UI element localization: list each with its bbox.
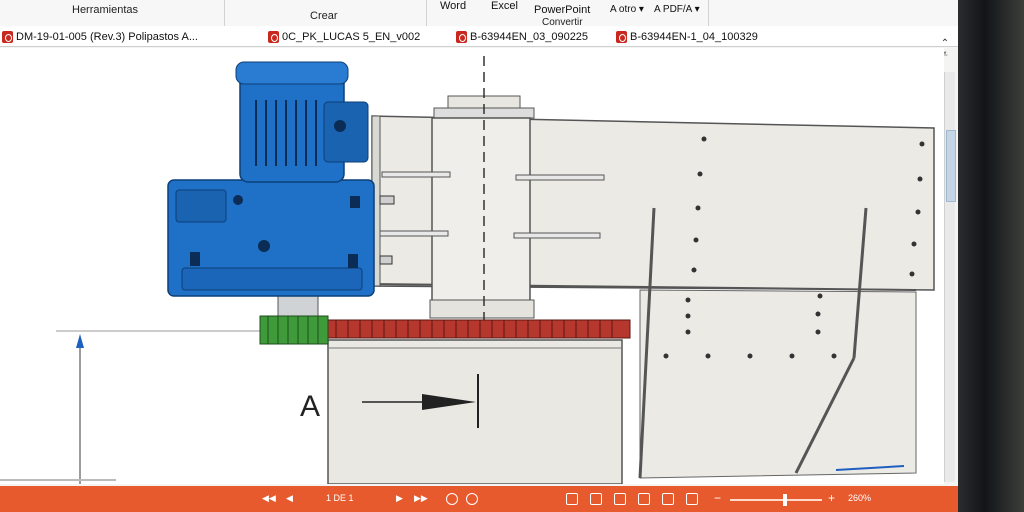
tab-label: B-63944EN-1_04_100329 [630,31,758,43]
fit-page-icon[interactable] [662,493,674,505]
gear-housing [327,339,623,484]
tab-document-2[interactable]: 0C_PK_LUCAS 5_EN_v002 [268,29,420,45]
convert-powerpoint-button[interactable]: PowerPoint [534,4,590,16]
ribbon-toolbar: Herramientas Crear Word Excel PowerPoint… [0,0,958,28]
single-page-view-icon[interactable] [566,493,578,505]
gearbox-plug [348,254,358,268]
convert-other-button[interactable]: A otro ▾ [610,4,644,15]
pdf-file-icon [268,31,279,43]
vertical-scrollbar[interactable] [944,72,956,482]
page-indicator[interactable]: 1 DE 1 [326,493,354,503]
pdf-viewer-window: Herramientas Crear Word Excel PowerPoint… [0,0,958,512]
gearbox-plug [190,252,200,266]
ribbon-group-tools: Herramientas [0,0,225,26]
scrollbar-thumb[interactable] [946,130,956,202]
terminal-box [323,101,369,163]
convert-word-button[interactable]: Word [440,0,466,12]
document-tab-bar: DM-19-01-005 (Rev.3) Polipastos A... 0C_… [0,26,958,47]
fit-width-icon[interactable] [686,493,698,505]
ribbon-group-label: Herramientas [72,4,139,16]
forward-icon[interactable] [466,493,478,505]
gearbox-bolt [233,195,243,205]
tab-label: DM-19-01-005 (Rev.3) Polipastos A... [16,31,198,43]
motor-cooling-fins [255,100,317,166]
tab-label: B-63944EN_03_090225 [470,31,589,43]
continuous-view-icon[interactable] [590,493,602,505]
viewer-status-bar: ◀◀ ◀ 1 DE 1 ▶ ▶▶ − + 260% [0,486,958,512]
cad-drawing: A [0,56,935,484]
zoom-slider-thumb[interactable] [783,494,788,506]
ribbon-group-label: Crear [310,10,338,22]
tab-document-1[interactable]: DM-19-01-005 (Rev.3) Polipastos A... [2,29,198,45]
prev-page-icon[interactable]: ◀ [286,493,293,504]
drum-body [431,117,531,307]
pdf-file-icon [456,31,467,43]
drum-base [429,299,535,319]
frame-lower-panel [639,289,917,479]
tab-document-3[interactable]: B-63944EN_03_090225 [456,29,588,45]
ribbon-group-convert: Word Excel PowerPoint A otro ▾ A PDF/A ▾… [426,0,709,28]
tab-label: 0C_PK_LUCAS 5_EN_v002 [282,31,421,43]
first-page-icon[interactable]: ◀◀ [262,493,276,504]
gearbox-bolt [258,240,270,252]
zoom-out-icon[interactable]: − [714,491,721,505]
motor-fan-cover [235,61,349,85]
pdf-file-icon [616,31,627,43]
convert-pdfa-button[interactable]: A PDF/A ▾ [654,4,700,15]
gearbox-plug [350,196,360,208]
zoom-in-icon[interactable]: + [828,491,835,505]
gearbox-foot [181,267,363,291]
document-page[interactable]: A [0,48,944,484]
monitor-bezel [958,0,1024,512]
ribbon-group-create: Crear [224,0,427,26]
last-page-icon[interactable]: ▶▶ [414,493,428,504]
two-page-view-icon[interactable] [614,493,626,505]
motor-shaft [277,293,319,317]
dimension-arrow-icon [76,334,84,348]
zoom-level[interactable]: 260% [848,493,871,503]
back-icon[interactable] [446,493,458,505]
terminal-gland [334,120,346,132]
pdf-file-icon [2,31,13,43]
zoom-slider[interactable] [730,499,822,501]
next-page-icon[interactable]: ▶ [396,493,403,504]
tab-document-4[interactable]: B-63944EN-1_04_100329 [616,29,758,45]
section-label: A [300,390,320,423]
convert-excel-button[interactable]: Excel [491,0,518,12]
gearbox-cover [175,189,227,223]
two-page-continuous-icon[interactable] [638,493,650,505]
